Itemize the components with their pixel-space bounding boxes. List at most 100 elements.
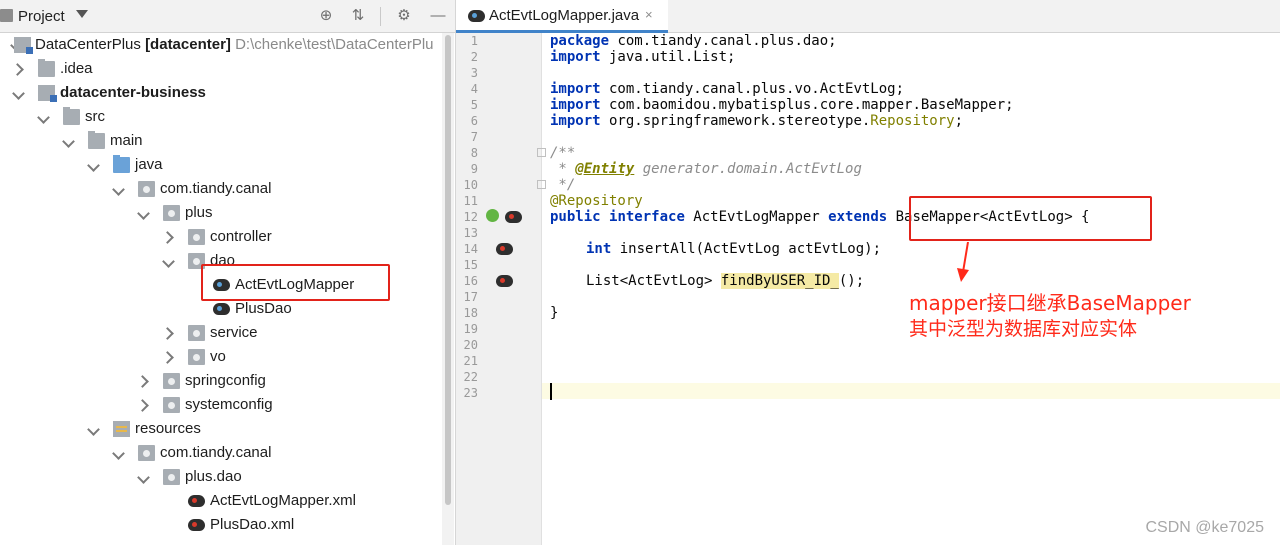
tree-item-java[interactable]: java (0, 153, 442, 177)
tree-item-label: service (210, 324, 258, 341)
expand-arrow-icon[interactable] (137, 470, 151, 484)
tree-item-actevtlogmapper-xml[interactable]: ActEvtLogMapper.xml (0, 489, 442, 513)
arrow-shaft (962, 242, 969, 273)
tree-scrollbar[interactable] (442, 33, 454, 545)
line-number: 23 (463, 386, 478, 400)
expand-arrow-icon[interactable] (37, 110, 51, 124)
tree-item-springconfig[interactable]: springconfig (0, 369, 442, 393)
code-line: import com.baomidou.mybatisplus.core.map… (550, 97, 1014, 113)
code-token: findByUSER_ID_ (720, 273, 839, 289)
code-token: (); (838, 273, 865, 289)
collapse-arrow-icon[interactable] (12, 62, 26, 76)
fold-marker-icon[interactable] (537, 148, 546, 157)
expand-arrow-icon[interactable] (112, 446, 126, 460)
implemented-icon[interactable] (486, 209, 499, 222)
code-token: interface (609, 209, 685, 225)
expand-arrow-icon[interactable] (62, 134, 76, 148)
editor-gutter: 1 2 3 4 5 6 7 8 9 10 11 12 13 14 15 16 1… (456, 33, 546, 545)
line-number: 19 (463, 322, 478, 336)
hide-panel-icon[interactable]: — (428, 6, 448, 26)
code-token: java.util.List; (600, 49, 736, 65)
fold-marker-icon[interactable] (537, 180, 546, 189)
collapse-arrow-icon[interactable] (162, 350, 176, 364)
toolbar-divider (380, 7, 381, 26)
mybatis-navigate-icon[interactable] (496, 273, 514, 289)
expand-arrow-icon[interactable] (137, 206, 151, 220)
gear-icon[interactable]: ⚙ (394, 6, 414, 26)
project-view-selector[interactable]: Project (18, 8, 65, 25)
tree-item-plus[interactable]: plus (0, 201, 442, 225)
line-number: 18 (463, 306, 478, 320)
code-line: import org.springframework.stereotype.Re… (550, 113, 963, 129)
tree-item-label: main (110, 132, 143, 149)
mybatis-navigate-icon[interactable] (496, 241, 514, 257)
collapse-arrow-icon[interactable] (162, 326, 176, 340)
code-line: import java.util.List; (550, 49, 735, 65)
mybatis-navigate-icon[interactable] (505, 209, 523, 225)
tree-item-controller[interactable]: controller (0, 225, 442, 249)
tree-item-plusdao-xml[interactable]: PlusDao.xml (0, 513, 442, 537)
chevron-down-icon[interactable] (76, 10, 88, 18)
line-number: 3 (470, 66, 478, 80)
collapse-arrow-icon[interactable] (137, 374, 151, 388)
tree-item-datacenter-business[interactable]: datacenter-business (0, 81, 442, 105)
tree-item-label: PlusDao (235, 300, 292, 317)
expand-arrow-icon[interactable] (87, 422, 101, 436)
tree-item-resources[interactable]: resources (0, 417, 442, 441)
tree-item-resources-package[interactable]: com.tiandy.canal (0, 441, 442, 465)
line-number: 9 (470, 162, 478, 176)
code-token: public (550, 209, 601, 225)
tree-item-src[interactable]: src (0, 105, 442, 129)
code-token: import (550, 97, 601, 113)
source-folder-icon (113, 155, 130, 173)
expand-arrow-icon[interactable] (12, 86, 26, 100)
expand-arrow-icon[interactable] (112, 182, 126, 196)
scrollbar-thumb[interactable] (445, 35, 451, 505)
tree-item-package[interactable]: com.tiandy.canal (0, 177, 442, 201)
tree-item-label: com.tiandy.canal (160, 444, 272, 461)
tree-item-root[interactable]: DataCenterPlus [datacenter] D:\chenke\te… (0, 33, 442, 57)
code-token: com.baomidou.mybatisplus.core.mapper.Bas… (600, 97, 1014, 113)
text-caret (550, 383, 552, 400)
code-line: package com.tiandy.canal.plus.dao; (550, 33, 837, 49)
collapse-arrow-icon[interactable] (137, 398, 151, 412)
tree-item-label: datacenter-business (60, 84, 206, 101)
line-number: 7 (470, 130, 478, 144)
tree-item-label: java (135, 156, 163, 173)
code-line: * @Entity generator.domain.ActEvtLog (550, 161, 861, 177)
tree-item-plus-dao[interactable]: plus.dao (0, 465, 442, 489)
close-icon[interactable]: × (645, 7, 653, 22)
tree-item-main[interactable]: main (0, 129, 442, 153)
tree-item-label: systemconfig (185, 396, 273, 413)
tree-item-label: .idea (60, 60, 93, 77)
project-view-icon (0, 9, 13, 22)
tree-item-module-name: [datacenter] (145, 36, 231, 53)
tab-actevtlogmapper[interactable]: ActEvtLogMapper.java × (456, 0, 668, 33)
line-number: 14 (463, 242, 478, 256)
expand-arrow-icon[interactable] (87, 158, 101, 172)
annotation-line-1: mapper接口继承BaseMapper (909, 291, 1191, 315)
tree-item-vo[interactable]: vo (0, 345, 442, 369)
folder-icon (38, 59, 55, 77)
line-number: 13 (463, 226, 478, 240)
highlight-box-tree-item (201, 264, 390, 301)
tab-label: ActEvtLogMapper.java (489, 7, 640, 24)
package-icon (163, 205, 180, 221)
mybatis-xml-icon (188, 493, 206, 509)
code-token: package (550, 33, 610, 49)
tree-item-service[interactable]: service (0, 321, 442, 345)
tree-item-idea[interactable]: .idea (0, 57, 442, 81)
locate-icon[interactable]: ⊕ (316, 6, 336, 26)
code-line: List<ActEvtLog> findByUSER_ID_(); (586, 273, 864, 289)
tree-item-systemconfig[interactable]: systemconfig (0, 393, 442, 417)
collapse-all-icon[interactable]: ⇅ (348, 6, 368, 26)
current-line-highlight (456, 383, 1280, 399)
tree-item-label: vo (210, 348, 226, 365)
project-panel-header: Project ⊕ ⇅ ⚙ — (0, 0, 455, 33)
package-icon (163, 397, 180, 413)
package-icon (163, 469, 180, 485)
line-number: 10 (463, 178, 478, 192)
expand-arrow-icon[interactable] (162, 254, 176, 268)
code-line: import com.tiandy.canal.plus.vo.ActEvtLo… (550, 81, 904, 97)
collapse-arrow-icon[interactable] (162, 230, 176, 244)
